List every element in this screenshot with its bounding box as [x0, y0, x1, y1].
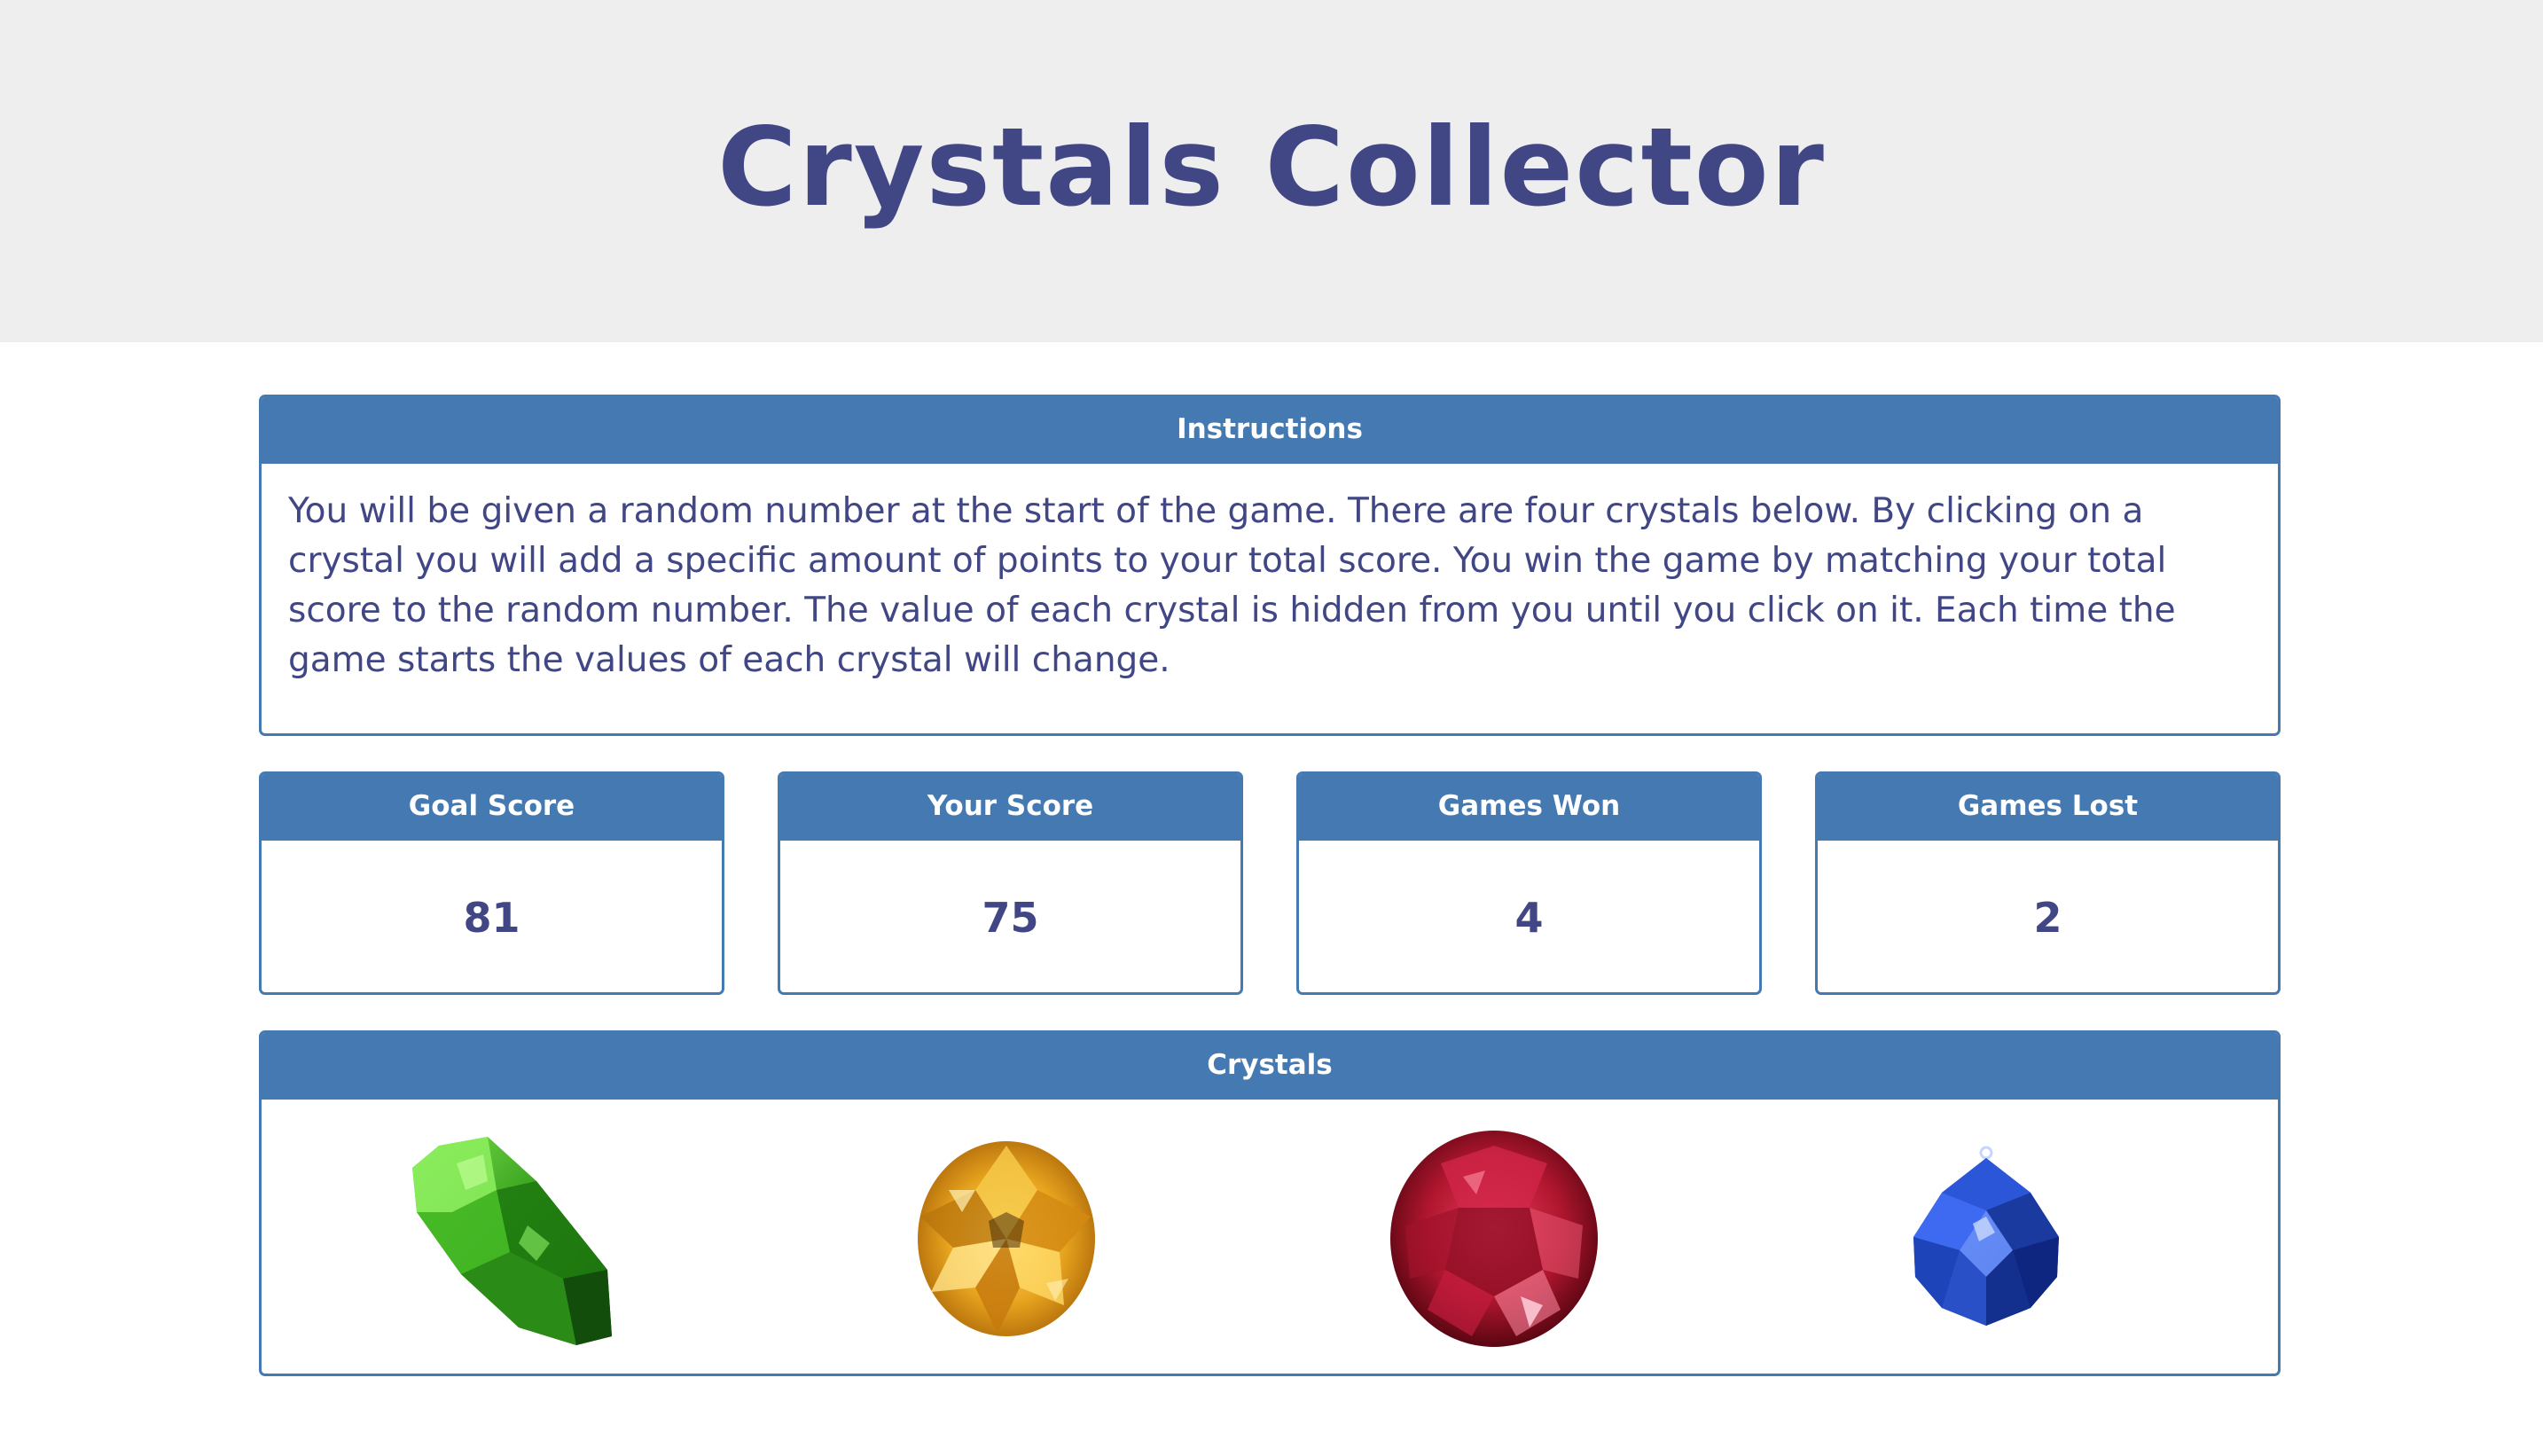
- blue-crystal-button[interactable]: [1906, 1144, 2066, 1330]
- red-crystal-icon: [1390, 1131, 1598, 1347]
- games-lost-value: 2: [2033, 894, 2062, 942]
- green-crystal-icon: [412, 1137, 612, 1345]
- crystals-row: [262, 1100, 2278, 1374]
- games-lost-panel: Games Lost 2: [1815, 771, 2281, 995]
- crystals-panel: Crystals: [259, 1030, 2281, 1376]
- blue-crystal-icon: [1913, 1146, 2059, 1326]
- games-won-value: 4: [1514, 894, 1544, 942]
- goal-score-value: 81: [463, 894, 520, 942]
- goal-score-panel: Goal Score 81: [259, 771, 724, 995]
- your-score-panel: Your Score 75: [778, 771, 1243, 995]
- instructions-text: You will be given a random number at the…: [288, 491, 2176, 680]
- instructions-heading: Instructions: [262, 397, 2278, 464]
- games-won-panel: Games Won 4: [1296, 771, 1762, 995]
- red-crystal-button[interactable]: [1388, 1128, 1600, 1350]
- page-title: Crystals Collector: [717, 105, 1826, 231]
- games-lost-label: Games Lost: [1818, 774, 2278, 841]
- yellow-crystal-button[interactable]: [913, 1137, 1099, 1341]
- your-score-value: 75: [982, 894, 1039, 942]
- yellow-crystal-icon: [918, 1141, 1095, 1336]
- games-won-label: Games Won: [1299, 774, 1759, 841]
- green-crystal-button[interactable]: [403, 1128, 625, 1350]
- goal-score-label: Goal Score: [262, 774, 722, 841]
- your-score-label: Your Score: [780, 774, 1240, 841]
- crystals-heading: Crystals: [262, 1033, 2278, 1100]
- instructions-panel: Instructions You will be given a random …: [259, 395, 2281, 736]
- page-header: Crystals Collector: [0, 0, 2543, 342]
